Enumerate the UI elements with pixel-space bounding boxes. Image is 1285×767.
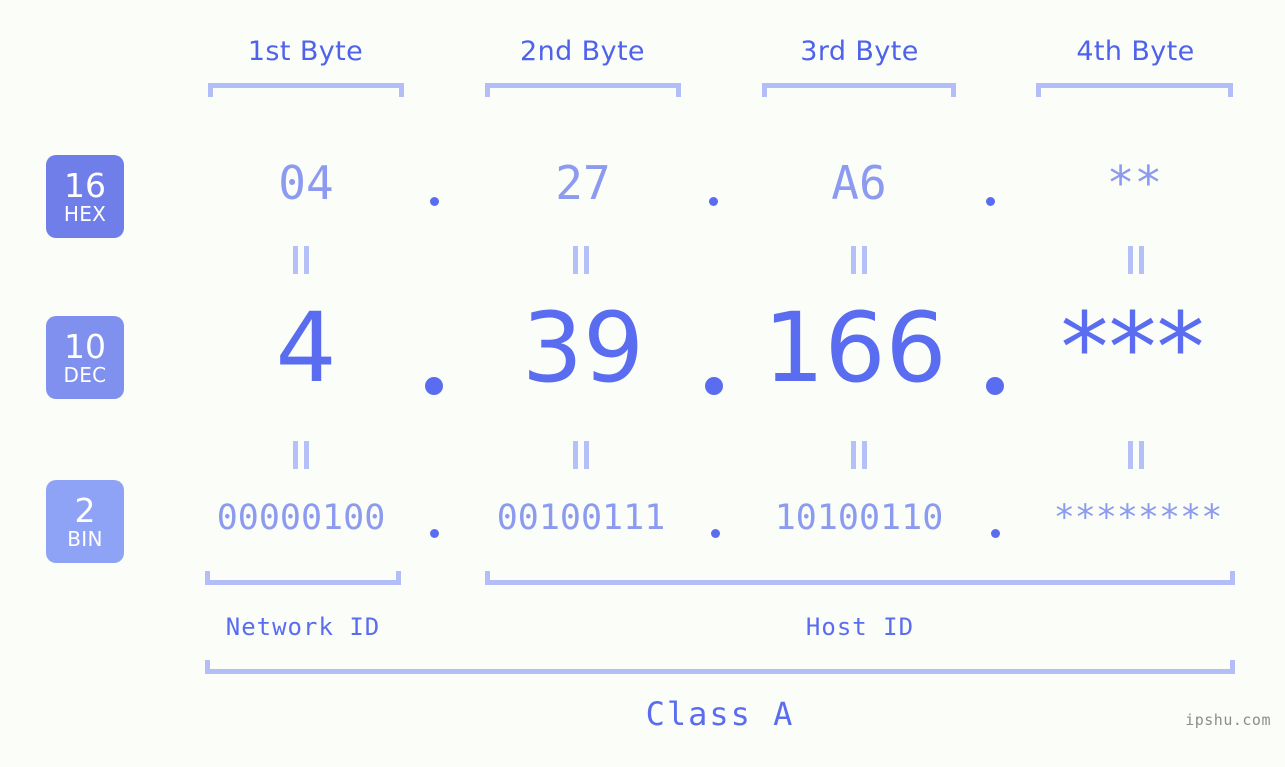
byte-header-label-2: 2nd Byte	[520, 36, 645, 67]
base-badge-hex: 16 HEX	[46, 155, 124, 238]
equals-bar	[304, 441, 309, 469]
byte-header-label-1: 1st Byte	[247, 36, 364, 67]
dec-byte-4-value: ***	[1060, 292, 1205, 404]
bin-byte-2-value: 00100111	[496, 498, 666, 538]
equals-bar	[862, 441, 867, 469]
byte-bracket-2	[485, 83, 681, 97]
equals-bar	[293, 441, 298, 469]
hex-byte-3-value: A6	[831, 156, 887, 210]
base-badge-dec: 10 DEC	[46, 316, 124, 399]
hex-separator-dot-3	[986, 197, 995, 206]
equals-connector-hex-dec-4	[1123, 246, 1149, 274]
byte-bracket-3	[762, 83, 956, 97]
host-id-bracket	[485, 571, 1235, 585]
bin-separator-dot-3	[991, 529, 1000, 538]
equals-bar	[573, 246, 578, 274]
byte-header-label-4: 4th Byte	[1076, 36, 1195, 67]
equals-connector-hex-dec-2	[568, 246, 594, 274]
host-id-label: Host ID	[805, 613, 915, 641]
equals-bar	[304, 246, 309, 274]
byte-bracket-1	[208, 83, 404, 97]
equals-bar	[1139, 441, 1144, 469]
site-watermark: ipshu.com	[1185, 711, 1271, 729]
base-badge-dec-number: 10	[64, 326, 106, 366]
equals-bar	[293, 246, 298, 274]
equals-connector-dec-bin-4	[1123, 441, 1149, 469]
base-badge-hex-name: HEX	[63, 201, 107, 226]
base-badge-bin: 2 BIN	[46, 480, 124, 563]
dec-separator-dot-2	[705, 377, 723, 395]
bin-separator-dot-1	[430, 529, 439, 538]
byte-bracket-4	[1036, 83, 1233, 97]
class-label: Class A	[645, 695, 795, 733]
base-badge-hex-number: 16	[64, 165, 106, 205]
equals-bar	[1128, 441, 1133, 469]
equals-bar	[584, 441, 589, 469]
base-badge-dec-name: DEC	[63, 362, 107, 387]
equals-bar	[584, 246, 589, 274]
class-bracket	[205, 660, 1235, 674]
dec-separator-dot-3	[986, 377, 1004, 395]
equals-connector-dec-bin-2	[568, 441, 594, 469]
equals-bar	[1139, 246, 1144, 274]
hex-byte-2-value: 27	[555, 156, 611, 210]
equals-connector-dec-bin-3	[846, 441, 872, 469]
hex-separator-dot-1	[430, 197, 439, 206]
bin-separator-dot-2	[711, 529, 720, 538]
hex-byte-4-value: **	[1106, 156, 1163, 210]
bin-byte-4-value: ********	[1053, 498, 1223, 538]
equals-connector-hex-dec-3	[846, 246, 872, 274]
bin-byte-1-value: 00000100	[216, 498, 386, 538]
base-badge-bin-name: BIN	[67, 526, 103, 551]
ip-address-breakdown-diagram: 1st Byte 2nd Byte 3rd Byte 4th Byte 16 H…	[0, 0, 1285, 767]
equals-bar	[1128, 246, 1133, 274]
dec-byte-3-value: 166	[763, 292, 947, 404]
hex-byte-1-value: 04	[278, 156, 334, 210]
equals-bar	[573, 441, 578, 469]
equals-connector-hex-dec-1	[288, 246, 314, 274]
base-badge-bin-number: 2	[74, 490, 96, 530]
network-id-bracket	[205, 571, 401, 585]
dec-byte-1-value: 4	[275, 292, 337, 404]
bin-byte-3-value: 10100110	[774, 498, 944, 538]
dec-separator-dot-1	[425, 377, 443, 395]
network-id-label: Network ID	[225, 613, 381, 641]
equals-bar	[862, 246, 867, 274]
equals-bar	[851, 441, 856, 469]
equals-connector-dec-bin-1	[288, 441, 314, 469]
equals-bar	[851, 246, 856, 274]
dec-byte-2-value: 39	[521, 292, 645, 404]
byte-header-label-3: 3rd Byte	[800, 36, 919, 67]
hex-separator-dot-2	[709, 197, 718, 206]
